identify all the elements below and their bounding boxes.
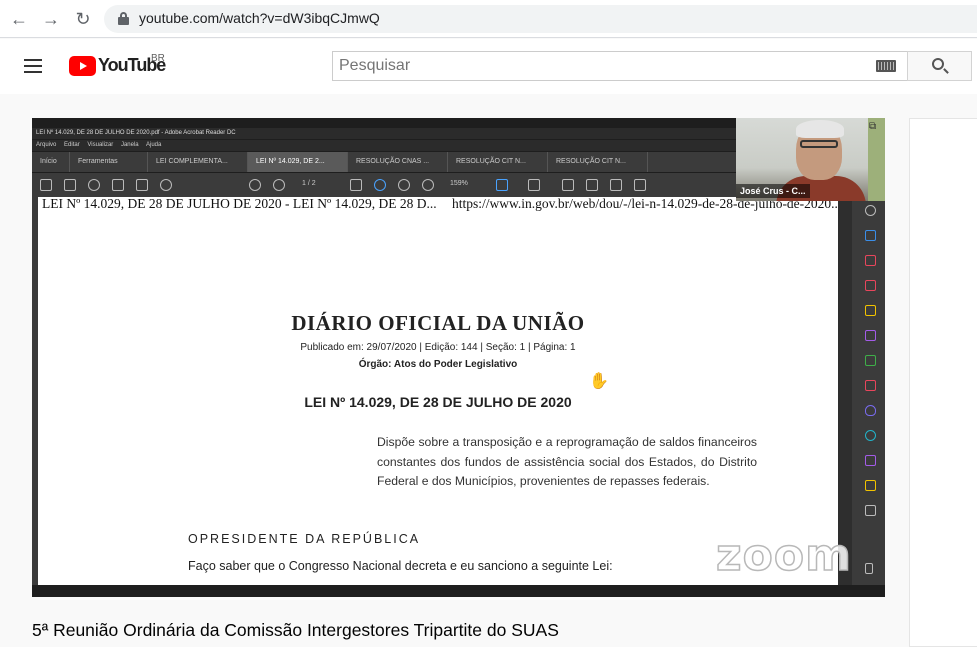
pdf-organ: Órgão: Atos do Poder Legislativo bbox=[358, 359, 518, 370]
pen-icon bbox=[586, 179, 598, 191]
comment-tool-icon bbox=[865, 305, 876, 316]
more-tools-icon bbox=[865, 505, 876, 516]
video-title: 5ª Reunião Ordinária da Comissão Interge… bbox=[32, 620, 559, 640]
save-icon bbox=[40, 179, 52, 191]
pdf-header-left: LEI Nº 14.029, DE 28 DE JULHO DE 2020 - … bbox=[42, 196, 437, 211]
participant-options-icon: ⧉ bbox=[869, 121, 877, 132]
acrobat-menu-bar: Arquivo Editar Visualizar Janela Ajuda bbox=[32, 140, 736, 151]
star-icon bbox=[64, 179, 76, 191]
page-down-icon bbox=[273, 179, 285, 191]
protect-icon bbox=[865, 405, 876, 416]
pdf-publication: Publicado em: 29/07/2020 | Edição: 144 |… bbox=[300, 342, 576, 353]
url-text: youtube.com/watch?v=dW3ibqCJmwQ bbox=[139, 10, 380, 26]
scroll-mode-icon bbox=[528, 179, 540, 191]
pdf-page: LEI Nº 14.029, DE 28 DE JULHO DE 2020 - … bbox=[38, 196, 841, 585]
acrobat-toolbar: 1 / 2 159% bbox=[32, 173, 852, 197]
zoom-in-icon bbox=[422, 179, 434, 191]
country-code: BR bbox=[151, 53, 165, 64]
select-cursor-icon bbox=[350, 179, 362, 191]
acrobat-tab: Início bbox=[32, 152, 70, 172]
zoom-out-icon bbox=[398, 179, 410, 191]
back-arrow-icon[interactable]: ← bbox=[8, 8, 30, 30]
zoom-icon bbox=[865, 205, 876, 216]
video-bottom-bar bbox=[32, 585, 885, 597]
prepare-form-icon bbox=[865, 480, 876, 491]
print-icon bbox=[112, 179, 124, 191]
video-player[interactable]: LEI Nº 14.029, DE 28 DE JULHO DE 2020.pd… bbox=[32, 118, 885, 597]
acrobat-scrollbar bbox=[838, 197, 852, 585]
acrobat-menu-item: Janela bbox=[120, 142, 139, 148]
pdf-title: DIÁRIO OFICIAL DA UNIÃO bbox=[291, 311, 585, 335]
create-pdf-icon bbox=[865, 255, 876, 266]
acrobat-tab: RESOLUÇÃO CIT N... bbox=[448, 152, 548, 172]
acrobat-tools-sidebar bbox=[852, 197, 885, 585]
zoom-watermark: zoom bbox=[715, 529, 852, 582]
pdf-law-title: LEI Nº 14.029, DE 28 DE JULHO DE 2020 bbox=[304, 394, 572, 410]
search-icon bbox=[160, 179, 172, 191]
forward-arrow-icon[interactable]: → bbox=[40, 8, 62, 30]
upload-icon bbox=[88, 179, 100, 191]
pdf-summary: Dispõe sobre a transposição e a reprogra… bbox=[377, 435, 757, 488]
pdf-decree: Faço saber que o Congresso Nacional decr… bbox=[188, 559, 613, 573]
acrobat-tab: Ferramentas bbox=[70, 152, 148, 172]
acrobat-window-title: LEI Nº 14.029, DE 28 DE JULHO DE 2020.pd… bbox=[32, 128, 736, 139]
acrobat-tab-bar: Início Ferramentas LEI COMPLEMENTA... LE… bbox=[32, 152, 736, 172]
export-pdf-icon bbox=[865, 230, 876, 241]
acrobat-menu-item: Ajuda bbox=[145, 142, 162, 148]
fill-sign-icon bbox=[865, 330, 876, 341]
address-bar[interactable]: youtube.com/watch?v=dW3ibqCJmwQ bbox=[104, 5, 977, 33]
acrobat-tab-active: LEI Nº 14.029, DE 2... bbox=[248, 152, 348, 172]
acrobat-tab: RESOLUÇÃO CNAS ... bbox=[348, 152, 448, 172]
acrobat-menu-item: Arquivo bbox=[36, 142, 57, 148]
collapse-panel-icon bbox=[865, 563, 873, 574]
lock-icon bbox=[118, 12, 129, 25]
acrobat-menu-item: Editar bbox=[64, 142, 80, 148]
acrobat-menu-item: Visualizar bbox=[87, 142, 114, 148]
search-button[interactable] bbox=[907, 51, 972, 81]
acrobat-tab: LEI COMPLEMENTA... bbox=[148, 152, 248, 172]
page-up-icon bbox=[249, 179, 261, 191]
optimize-icon bbox=[865, 430, 876, 441]
search-input[interactable] bbox=[339, 56, 859, 76]
comment-icon bbox=[562, 179, 574, 191]
hand-cursor-icon: ✋ bbox=[589, 373, 609, 390]
request-signature-icon bbox=[865, 455, 876, 466]
acrobat-tab: RESOLUÇÃO CIT N... bbox=[548, 152, 648, 172]
mail-icon bbox=[136, 179, 148, 191]
search-box bbox=[332, 51, 908, 81]
reload-icon[interactable]: ↻ bbox=[72, 8, 94, 30]
hand-tool-icon bbox=[374, 179, 386, 191]
search-icon bbox=[932, 58, 944, 70]
fit-page-icon bbox=[496, 179, 508, 191]
share-icon bbox=[634, 179, 646, 191]
sign-icon bbox=[610, 179, 622, 191]
youtube-play-icon bbox=[69, 56, 96, 76]
page-indicator: 1 / 2 bbox=[302, 180, 316, 187]
secondary-column bbox=[909, 118, 977, 647]
participant-camera: ⧉ José Crus - C... bbox=[736, 118, 885, 201]
organize-pages-icon bbox=[865, 280, 876, 291]
zoom-level: 159% bbox=[450, 180, 468, 187]
browser-toolbar: ← → ↻ youtube.com/watch?v=dW3ibqCJmwQ bbox=[0, 0, 977, 38]
edit-pdf-icon bbox=[865, 380, 876, 391]
youtube-header: YouTube BR bbox=[0, 39, 977, 94]
pdf-president: OPRESIDENTE DA REPÚBLICA bbox=[188, 532, 421, 546]
participant-name: José Crus - C... bbox=[736, 184, 810, 198]
excel-icon bbox=[865, 355, 876, 366]
keyboard-icon[interactable] bbox=[876, 60, 896, 72]
menu-icon[interactable] bbox=[24, 59, 42, 73]
